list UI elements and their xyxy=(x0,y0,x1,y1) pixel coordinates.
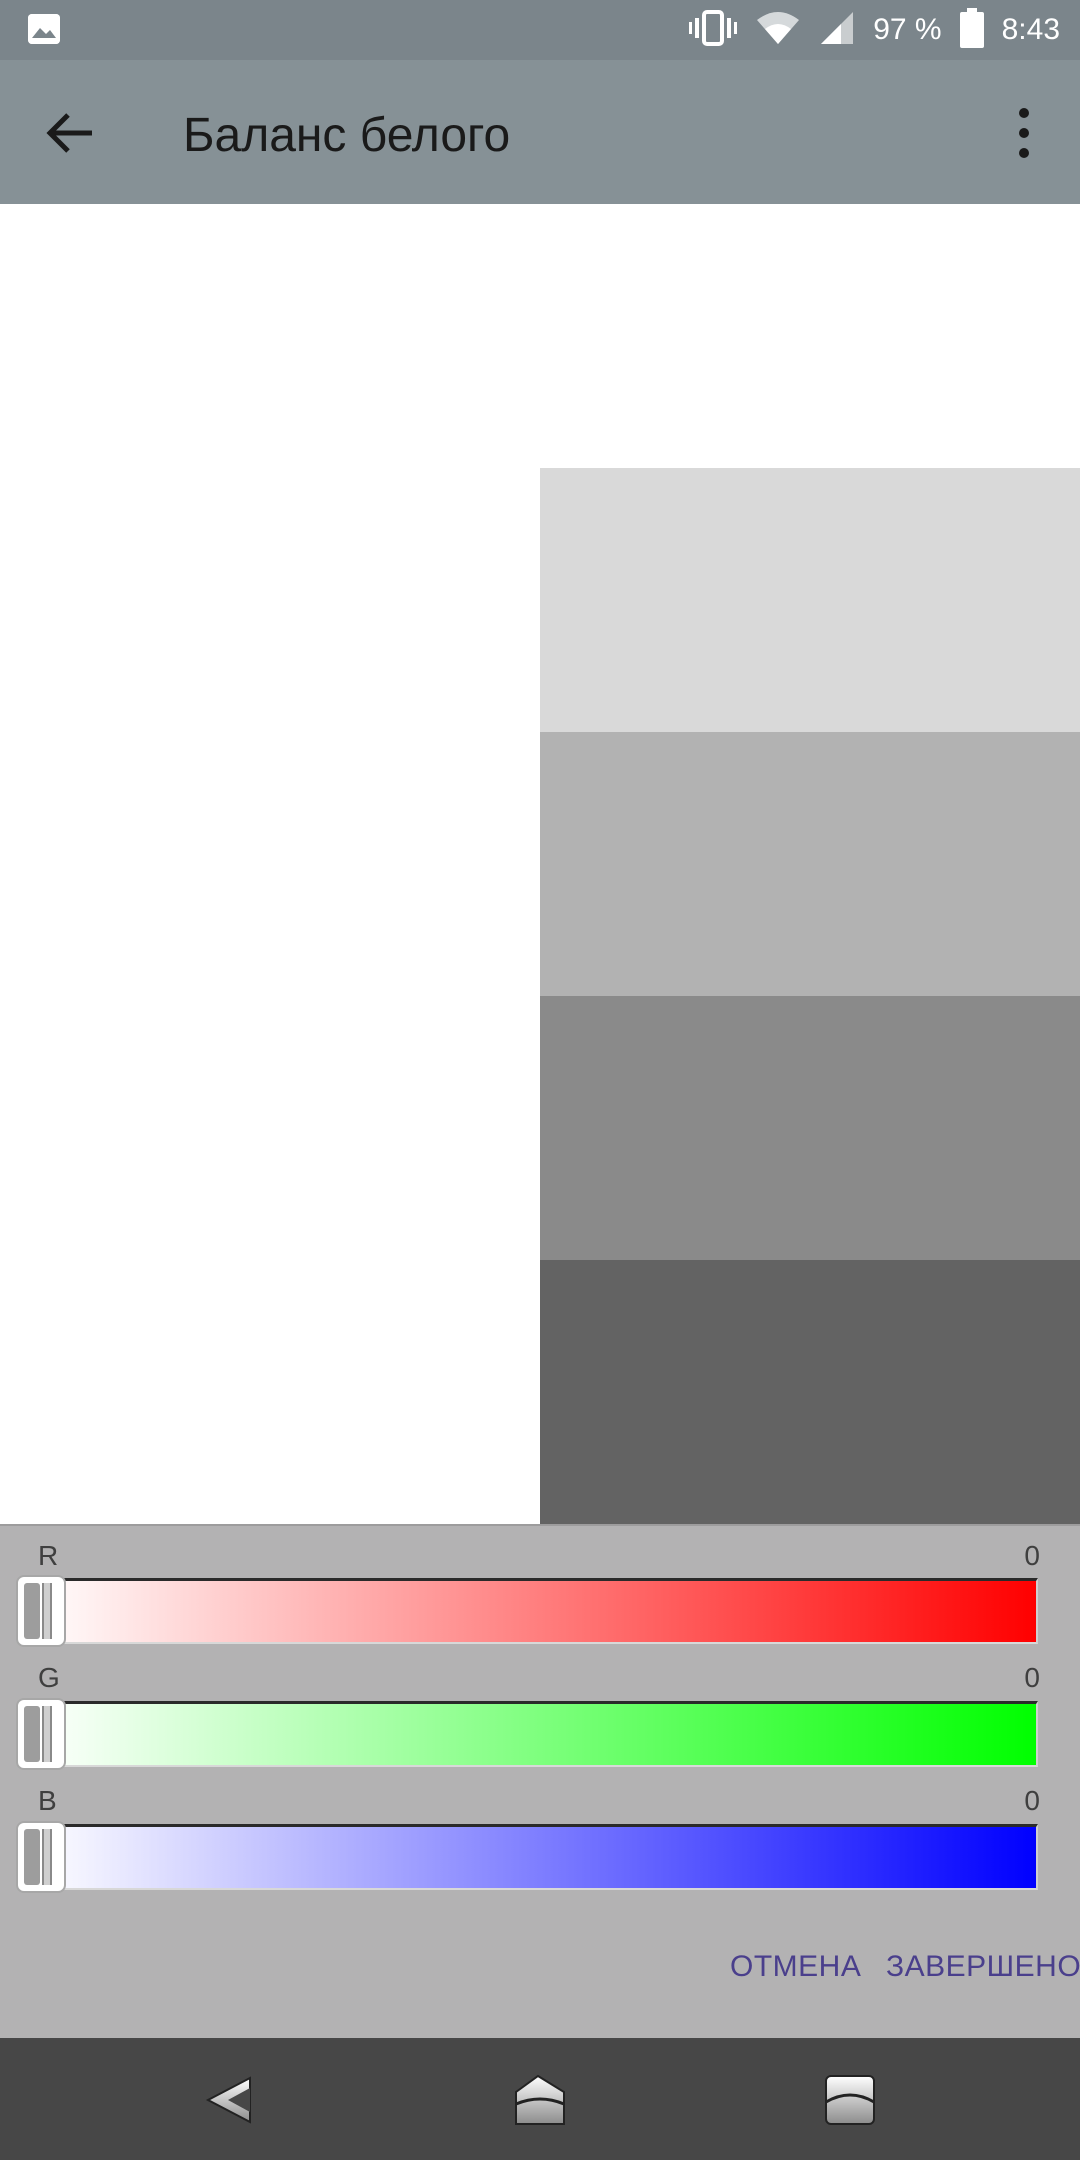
nav-back-button[interactable] xyxy=(200,2070,260,2130)
green-slider-thumb[interactable] xyxy=(16,1698,66,1770)
blue-channel-value: 0 xyxy=(1024,1785,1040,1816)
clock: 8:43 xyxy=(1001,13,1060,46)
back-button[interactable] xyxy=(36,98,106,168)
cancel-button[interactable]: ОТМЕНА xyxy=(730,1950,861,1984)
green-channel-label: G xyxy=(38,1662,60,1693)
battery-icon xyxy=(959,7,984,53)
preview-image xyxy=(0,204,1080,1524)
gray-swatch-3 xyxy=(540,996,1080,1260)
red-channel-label: R xyxy=(38,1540,59,1571)
done-button[interactable]: ЗАВЕРШЕНО xyxy=(886,1950,1080,1984)
app-bar: Баланс белого xyxy=(0,60,1080,204)
blue-slider-thumb[interactable] xyxy=(16,1821,66,1893)
nav-home-icon xyxy=(515,2074,565,2125)
red-channel-value: 0 xyxy=(1024,1540,1040,1571)
red-slider-thumb[interactable] xyxy=(16,1575,66,1647)
gray-swatch-4 xyxy=(540,1260,1080,1524)
battery-percent: 97 % xyxy=(873,13,942,46)
signal-icon xyxy=(819,10,855,51)
nav-back-icon xyxy=(205,2076,251,2124)
arrow-back-icon xyxy=(46,113,92,153)
nav-recents-button[interactable] xyxy=(820,2070,880,2130)
blue-channel-label: B xyxy=(38,1785,57,1816)
wifi-icon xyxy=(755,10,801,51)
navigation-bar xyxy=(0,2038,1080,2160)
page-title: Баланс белого xyxy=(183,109,511,162)
red-slider-track[interactable] xyxy=(30,1578,1038,1644)
green-channel-value: 0 xyxy=(1024,1662,1040,1693)
nav-recents-icon xyxy=(825,2075,875,2125)
vibrate-icon xyxy=(689,9,738,51)
green-slider-track[interactable] xyxy=(30,1701,1038,1767)
more-vert-icon xyxy=(1019,108,1029,158)
blue-slider-track[interactable] xyxy=(30,1824,1038,1890)
status-bar: 97 % 8:43 xyxy=(0,0,1080,60)
nav-home-button[interactable] xyxy=(510,2070,570,2130)
overflow-menu-button[interactable] xyxy=(1000,105,1048,161)
gallery-icon xyxy=(28,14,60,44)
gray-swatch-2 xyxy=(540,732,1080,996)
gray-swatch-1 xyxy=(540,468,1080,732)
